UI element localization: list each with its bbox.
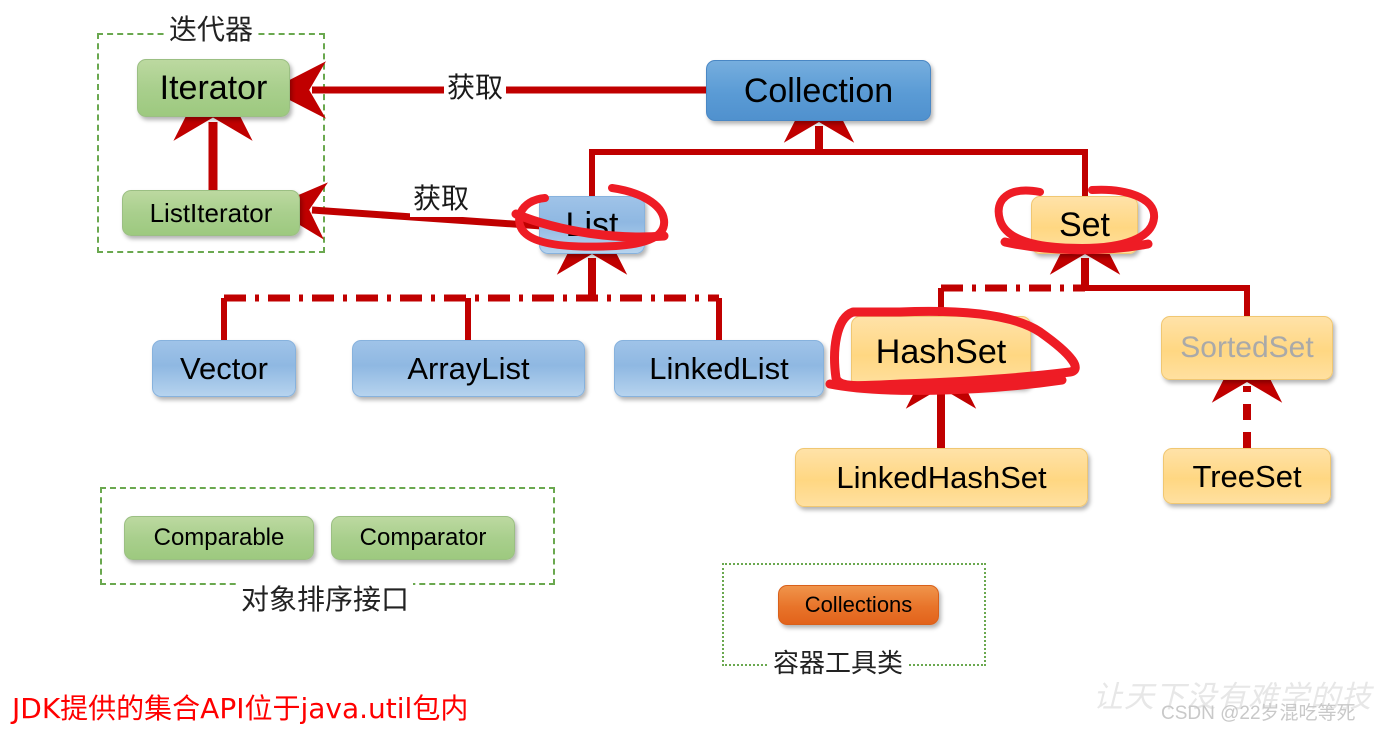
node-set-label: Set xyxy=(1058,206,1111,244)
diagram-canvas: Iterator ListIterator Collection List Se… xyxy=(0,0,1380,729)
edge-tree-collection-children xyxy=(589,149,1088,196)
node-linkedhashset[interactable]: LinkedHashSet xyxy=(795,448,1088,507)
node-hashset[interactable]: HashSet xyxy=(851,316,1031,388)
node-collection-label: Collection xyxy=(743,71,894,110)
node-collections-label: Collections xyxy=(804,592,913,617)
node-collections[interactable]: Collections xyxy=(778,585,939,625)
watermark-attribution: CSDN @22岁混吃等死 xyxy=(1161,703,1356,724)
group-label-iterator: 迭代器 xyxy=(165,8,258,48)
node-iterator[interactable]: Iterator xyxy=(137,59,290,117)
node-listiterator[interactable]: ListIterator xyxy=(122,190,300,236)
node-comparator-label: Comparator xyxy=(359,524,487,551)
node-treeset-label: TreeSet xyxy=(1192,458,1302,494)
node-listiterator-label: ListIterator xyxy=(149,198,273,228)
group-label-sorting: 对象排序接口 xyxy=(237,578,414,618)
node-treeset[interactable]: TreeSet xyxy=(1163,448,1331,504)
node-arraylist[interactable]: ArrayList xyxy=(352,340,585,397)
node-arraylist-label: ArrayList xyxy=(407,351,530,386)
node-list[interactable]: List xyxy=(539,196,645,254)
node-sortedset[interactable]: SortedSet xyxy=(1161,316,1333,380)
node-comparable-label: Comparable xyxy=(153,524,285,551)
node-hashset-label: HashSet xyxy=(875,333,1007,371)
edge-label-list-listiterator: 获取 xyxy=(410,177,473,217)
node-vector-label: Vector xyxy=(180,351,268,386)
footnote-note: JDK提供的集合API位于java.util包内 xyxy=(12,692,469,725)
node-set[interactable]: Set xyxy=(1031,196,1138,254)
node-vector[interactable]: Vector xyxy=(152,340,296,397)
edge-sortedset-to-set xyxy=(1085,285,1250,316)
node-sortedset-label: SortedSet xyxy=(1180,331,1314,364)
node-iterator-label: Iterator xyxy=(159,69,268,107)
node-comparator[interactable]: Comparator xyxy=(331,516,515,560)
node-linkedlist[interactable]: LinkedList xyxy=(614,340,824,397)
node-linkedhashset-label: LinkedHashSet xyxy=(836,460,1047,495)
edge-label-collection-iterator: 获取 xyxy=(444,66,507,106)
node-list-label: List xyxy=(565,206,619,244)
group-label-tools: 容器工具类 xyxy=(769,643,908,680)
node-comparable[interactable]: Comparable xyxy=(124,516,314,560)
node-linkedlist-label: LinkedList xyxy=(649,351,789,386)
node-collection[interactable]: Collection xyxy=(706,60,931,121)
